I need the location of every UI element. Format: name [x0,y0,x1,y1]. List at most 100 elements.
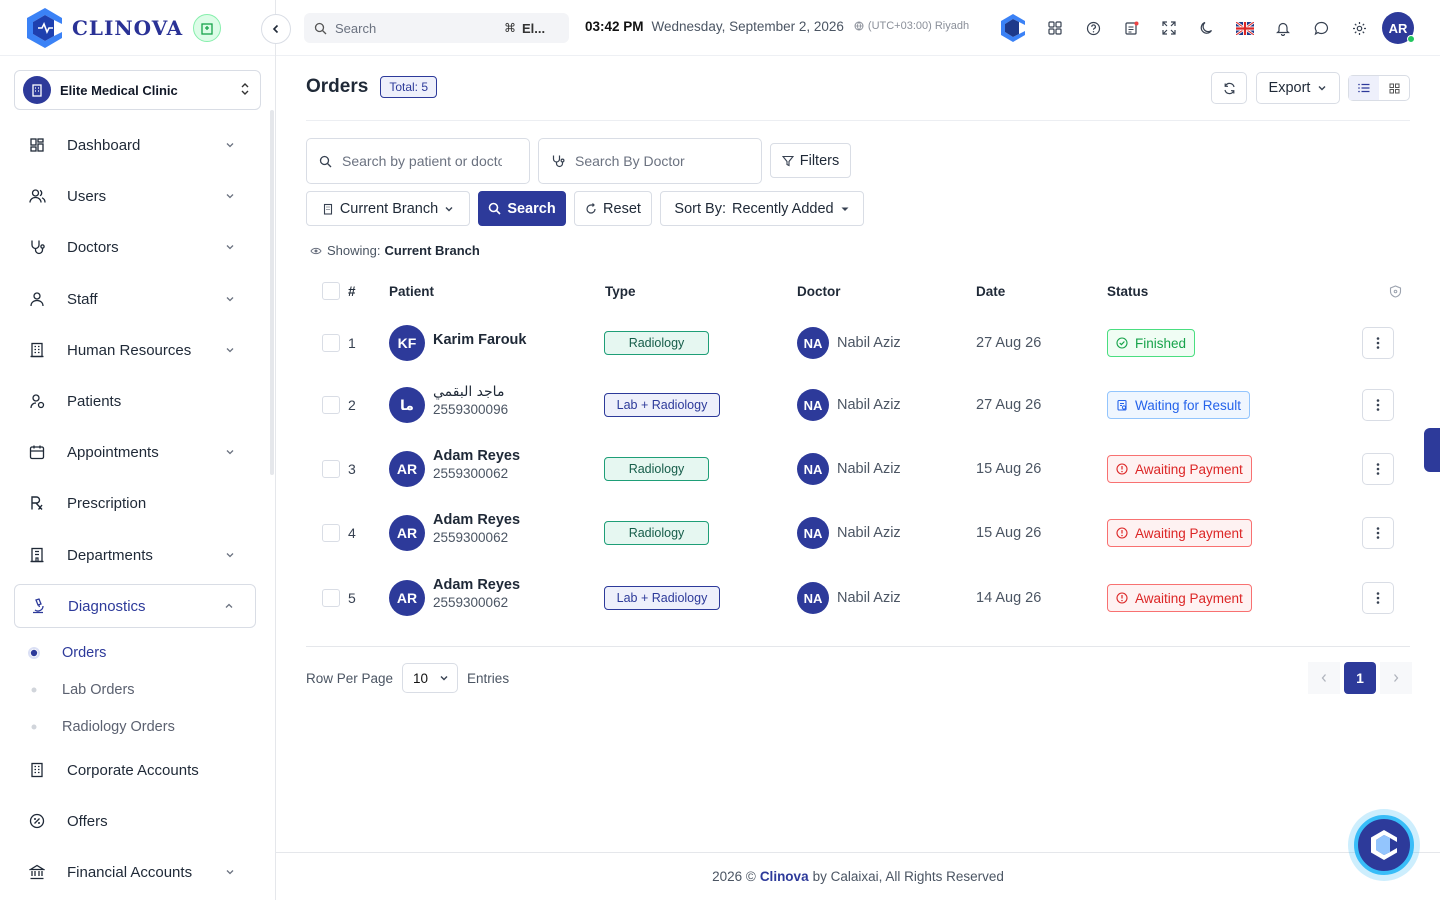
kebab-menu-icon [1376,337,1380,349]
col-header-date[interactable]: Date [976,284,1005,299]
view-toggle [1348,75,1410,101]
row-actions-button[interactable] [1362,582,1394,614]
uk-flag-icon[interactable] [1226,12,1264,44]
row-actions-button[interactable] [1362,517,1394,549]
status-awaiting-icon [1116,527,1128,539]
row-checkbox[interactable] [322,396,340,414]
select-all-checkbox[interactable] [322,282,340,300]
fullscreen-icon[interactable] [1150,12,1188,44]
doctor-search-input[interactable] [575,153,735,169]
table-row[interactable]: 2 ما ماجد البقمي 2559300096 Lab + Radiol… [306,375,1410,435]
patient-name[interactable]: Karim Farouk [433,332,526,348]
row-checkbox[interactable] [322,589,340,607]
sidebar-item-financial-accounts[interactable]: Financial Accounts [14,850,256,894]
rows-per-page-value: 10 [413,670,429,686]
patient-name[interactable]: Adam Reyes [433,512,520,528]
footer: 2026 © Clinova by Calaixai, All Rights R… [276,852,1440,900]
sidebar-item-dashboard[interactable]: Dashboard [14,123,256,167]
collapse-sidebar-button[interactable] [261,14,291,44]
apps-grid-icon[interactable] [1036,12,1074,44]
col-header-doctor[interactable]: Doctor [797,284,841,299]
patient-search-input[interactable] [342,153,502,169]
patient-search-box[interactable] [306,138,530,184]
sidebar-item-corporate-accounts[interactable]: Corporate Accounts [14,748,256,792]
side-drawer-tab[interactable] [1424,428,1440,472]
sidebar-item-label: Corporate Accounts [67,761,199,779]
sidebar-item-patients[interactable]: Patients [14,379,256,423]
sidebar-item-diagnostics[interactable]: Diagnostics [14,584,256,628]
reset-button[interactable]: Reset [574,191,652,226]
sidebar-subitem-label: Lab Orders [62,682,135,698]
export-button[interactable]: Export [1256,72,1340,104]
command-key-icon: ⌘ [504,21,516,35]
sidebar-subitem-radiology-orders[interactable]: Radiology Orders [28,715,175,739]
clinova-app-icon[interactable] [998,12,1028,44]
col-header-patient[interactable]: Patient [389,284,434,299]
row-checkbox[interactable] [322,334,340,352]
page-number-button[interactable]: 1 [1344,662,1376,694]
user-avatar[interactable]: AR [1382,12,1415,44]
dark-mode-icon[interactable] [1188,12,1226,44]
sidebar-item-human-resources[interactable]: Human Resources [14,328,256,372]
grid-view-icon[interactable] [1379,76,1409,100]
chevron-left-icon [1321,674,1326,682]
chat-icon[interactable] [1302,12,1340,44]
prev-page-button[interactable] [1308,662,1340,694]
hospital-badge-icon[interactable] [193,13,222,42]
row-number: 1 [348,335,356,351]
row-actions-button[interactable] [1362,327,1394,359]
row-checkbox[interactable] [322,524,340,542]
chevron-down-icon [440,676,448,681]
global-search[interactable]: ⌘ El... [304,13,569,43]
patient-id: 2559300062 [433,466,509,481]
sidebar-item-staff[interactable]: Staff [14,277,256,321]
stethoscope-icon [28,238,46,256]
sidebar-subitem-orders[interactable]: Orders [28,641,106,665]
patient-name[interactable]: Adam Reyes [433,577,520,593]
clinic-selector[interactable]: Elite Medical Clinic [14,70,261,110]
sidebar-item-appointments[interactable]: Appointments [14,430,256,474]
patient-name[interactable]: ماجد البقمي [433,384,508,400]
refresh-button[interactable] [1211,72,1247,104]
patient-id: 2559300096 [433,402,509,417]
table-row[interactable]: 5 AR Adam Reyes 2559300062 Lab + Radiolo… [306,568,1410,628]
assistant-fab-button[interactable] [1354,815,1414,875]
sort-dropdown[interactable]: Sort By: Recently Added [660,191,864,226]
help-icon[interactable] [1074,12,1112,44]
settings-gear-icon[interactable] [1340,12,1378,44]
list-view-icon[interactable] [1349,76,1379,100]
table-row[interactable]: 3 AR Adam Reyes 2559300062 Radiology NA … [306,439,1410,499]
global-search-input[interactable] [335,20,500,36]
row-checkbox[interactable] [322,460,340,478]
col-header-type[interactable]: Type [605,284,636,299]
sidebar-item-label: Appointments [67,443,159,461]
footer-brand-link[interactable]: Clinova [760,869,809,884]
table-row[interactable]: 1 KF Karim Farouk Radiology NA Nabil Azi… [306,313,1410,373]
row-number: 2 [348,397,356,413]
bullet-icon [28,721,40,733]
col-header-status[interactable]: Status [1107,284,1148,299]
refresh-icon [1223,82,1235,94]
sidebar-item-departments[interactable]: Departments [14,533,256,577]
sidebar-item-offers[interactable]: Offers [14,799,256,843]
notes-icon[interactable] [1112,12,1150,44]
sidebar-scrollbar[interactable] [270,110,274,475]
rows-per-page-select[interactable]: 10 [402,663,459,693]
filters-button[interactable]: Filters [770,143,851,178]
row-actions-button[interactable] [1362,453,1394,485]
next-page-button[interactable] [1380,662,1412,694]
bell-icon[interactable] [1264,12,1302,44]
sidebar-item-prescription[interactable]: Prescription [14,481,256,525]
row-actions-button[interactable] [1362,389,1394,421]
sidebar-item-users[interactable]: Users [14,174,256,218]
table-row[interactable]: 4 AR Adam Reyes 2559300062 Radiology NA … [306,503,1410,563]
sidebar-item-doctors[interactable]: Doctors [14,225,256,269]
chevron-down-icon [224,190,236,202]
sidebar-subitem-lab-orders[interactable]: Lab Orders [28,678,135,702]
search-button[interactable]: Search [478,191,566,226]
patient-name[interactable]: Adam Reyes [433,448,520,464]
doctor-search-box[interactable] [538,138,762,184]
branch-dropdown[interactable]: Current Branch [306,191,470,226]
column-settings-icon[interactable] [1389,285,1402,301]
search-icon [319,155,332,167]
